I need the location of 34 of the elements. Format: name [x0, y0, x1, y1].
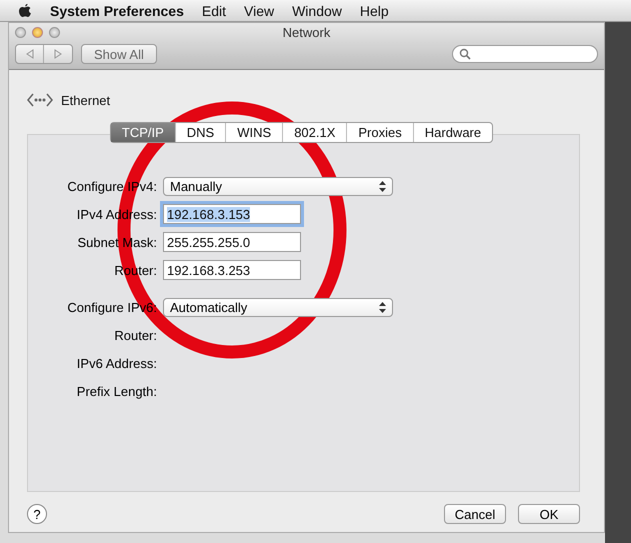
menu-item[interactable]: Help — [360, 2, 389, 18]
window-title: Network — [282, 24, 330, 40]
tab[interactable]: WINS — [226, 123, 284, 142]
tab[interactable]: 802.1X — [283, 123, 348, 142]
text-field[interactable]: 255.255.255.0 — [163, 232, 301, 252]
stepper-arrows-icon — [379, 180, 386, 192]
show-all-button[interactable]: Show All — [81, 44, 157, 64]
network-arrows-icon — [27, 92, 53, 108]
cancel-button[interactable]: Cancel — [444, 504, 506, 524]
help-button[interactable]: ? — [27, 504, 47, 524]
apple-logo-icon[interactable] — [18, 2, 32, 18]
tab[interactable]: Proxies — [347, 123, 414, 142]
menu-item[interactable]: View — [244, 2, 274, 18]
menu-item[interactable]: Edit — [202, 2, 226, 18]
service-name: Ethernet — [61, 92, 110, 108]
zoom-button[interactable] — [49, 26, 60, 38]
tab[interactable]: TCP/IP — [110, 123, 176, 142]
close-button[interactable] — [15, 26, 26, 38]
minimize-button[interactable] — [32, 26, 43, 38]
ok-button[interactable]: OK — [518, 504, 580, 524]
search-field[interactable] — [452, 45, 598, 63]
search-icon — [459, 48, 471, 60]
tab[interactable]: Hardware — [414, 123, 492, 142]
text-field[interactable]: 192.168.3.253 — [163, 260, 301, 280]
dropdown[interactable]: Automatically — [163, 298, 393, 316]
stepper-arrows-icon — [379, 302, 386, 312]
app-menu[interactable]: System Preferences — [50, 2, 184, 18]
field-label: Router: — [113, 328, 158, 342]
text-field[interactable]: 192.168.3.153 — [163, 204, 301, 224]
menu-item[interactable]: Window — [292, 2, 342, 18]
tab[interactable]: DNS — [176, 123, 226, 142]
field-label: Prefix Length: — [76, 384, 158, 398]
field-label: IPv6 Address: — [76, 356, 158, 370]
dropdown[interactable]: Manually — [163, 176, 393, 196]
